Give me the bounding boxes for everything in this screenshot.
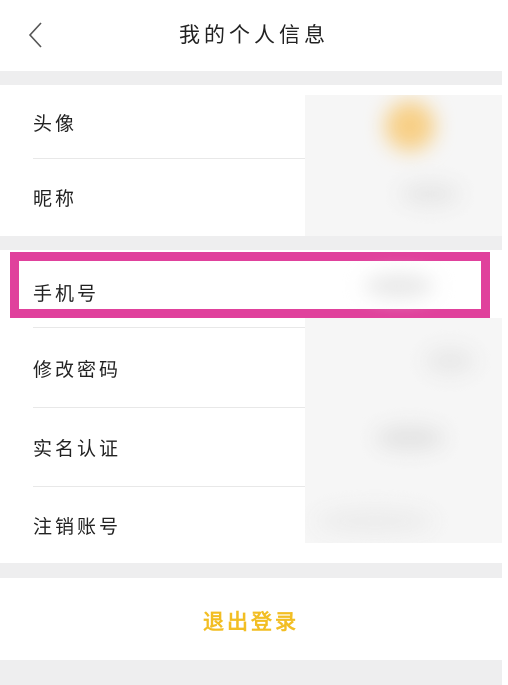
- delete-account-label: 注销账号: [33, 516, 122, 538]
- password-value-blurred: [425, 348, 475, 374]
- blurred-account-values: [305, 318, 502, 543]
- real-name-verification-label: 实名认证: [33, 438, 122, 460]
- personal-info-page: 我的个人信息 头像 昵称 修改密码 实名认证 注销账号 手机号 退出登录: [0, 0, 508, 685]
- blurred-profile-values: [305, 95, 502, 248]
- delete-account-value-blurred: [315, 508, 435, 534]
- section-gap: [0, 563, 502, 578]
- nickname-value-blurred: [400, 183, 460, 205]
- section-gap: [0, 71, 502, 85]
- avatar-label: 头像: [33, 113, 78, 135]
- nickname-label: 昵称: [33, 188, 78, 210]
- logout-button[interactable]: 退出登录: [0, 578, 502, 660]
- phone-value-blurred: [364, 275, 434, 297]
- page-title: 我的个人信息: [179, 23, 329, 47]
- avatar-image-blurred: [385, 101, 435, 151]
- section-gap: [0, 236, 502, 250]
- nav-bar: 我的个人信息: [0, 0, 508, 71]
- change-password-label: 修改密码: [33, 359, 122, 381]
- phone-row-highlight[interactable]: 手机号: [10, 252, 490, 318]
- verification-value-blurred: [375, 426, 445, 450]
- phone-label: 手机号: [33, 283, 100, 305]
- section-gap: [0, 660, 502, 685]
- logout-label: 退出登录: [203, 610, 299, 634]
